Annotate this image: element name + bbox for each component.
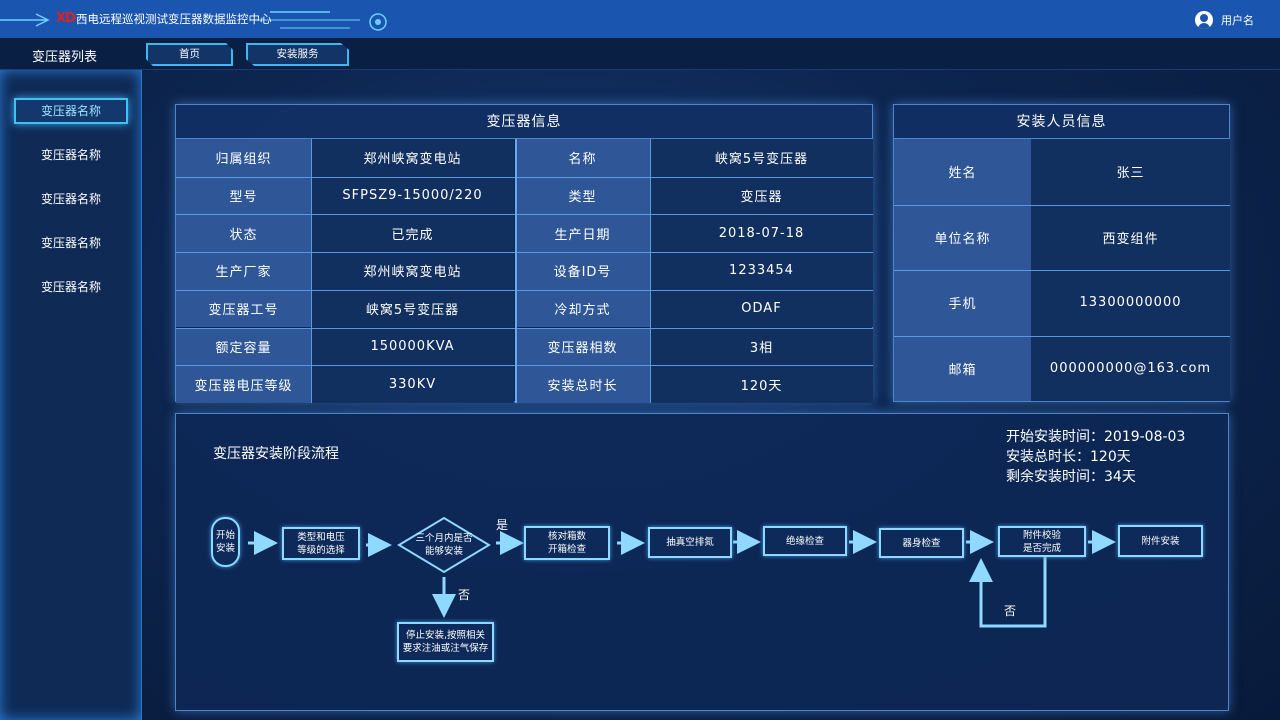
table-row-divider	[894, 204, 1230, 206]
transformer-left-value-1: SFPSZ9-15000/220	[311, 176, 514, 215]
flow-step-check-boxes: 核对箱数 开箱检查	[524, 526, 610, 560]
transformer-left-label-1: 型号	[176, 176, 311, 215]
flow-loop-no-label: 否	[1004, 604, 1017, 618]
flow-step-vacuum: 抽真空排氮	[648, 527, 732, 558]
transformer-right-label-2: 生产日期	[515, 214, 650, 253]
transformer-left-label-0: 归属组织	[176, 139, 311, 177]
installer-label-2: 手机	[894, 270, 1031, 336]
transformer-right-value-6: 120天	[650, 365, 873, 403]
transformer-left-label-3: 生产厂家	[176, 252, 311, 290]
transformer-left-value-4: 峡窝5号变压器	[311, 289, 514, 328]
flow-decision-label: 三个月内是否 能够安装	[415, 533, 473, 557]
table-column-divider	[311, 139, 312, 403]
flow-step-type-voltage: 类型和电压 等级的选择	[282, 527, 360, 560]
installer-label-1: 单位名称	[894, 204, 1031, 270]
installer-info-title: 安装人员信息	[894, 105, 1229, 139]
flow-step-accessory-install: 附件安装	[1118, 525, 1203, 557]
username: 用户名	[1221, 14, 1254, 27]
transformer-left-value-0: 郑州峡窝变电站	[311, 139, 514, 177]
transformer-right-label-3: 设备ID号	[515, 252, 650, 290]
table-column-divider	[650, 139, 651, 403]
sidebar-item-transformer-4[interactable]: 变压器名称	[0, 233, 142, 253]
sidebar: 变压器名称 变压器名称 变压器名称 变压器名称 变压器名称	[0, 70, 142, 720]
transformer-right-label-1: 类型	[515, 176, 650, 215]
transformer-left-label-4: 变压器工号	[176, 289, 311, 328]
transformer-right-value-2: 2018-07-18	[650, 214, 873, 253]
transformer-right-value-0: 峡窝5号变压器	[650, 139, 873, 177]
sidebar-item-transformer-2[interactable]: 变压器名称	[0, 145, 142, 165]
table-row-divider	[176, 365, 873, 367]
transformer-left-value-5: 150000KVA	[311, 327, 514, 366]
logo: XD	[56, 11, 76, 26]
table-row-divider	[176, 214, 873, 216]
transformer-right-value-4: ODAF	[650, 289, 873, 328]
table-row-divider	[176, 289, 873, 291]
transformer-left-label-6: 变压器电压等级	[176, 365, 311, 403]
transformer-info-title: 变压器信息	[176, 105, 872, 139]
transformer-left-label-5: 额定容量	[176, 327, 311, 366]
transformer-left-value-6: 330KV	[311, 365, 514, 403]
flow-step-accessory-verify: 附件校验 是否完成	[998, 526, 1086, 557]
transformer-left-label-2: 状态	[176, 214, 311, 253]
sidebar-item-transformer-5[interactable]: 变压器名称	[0, 277, 142, 297]
table-row-divider	[176, 176, 873, 178]
app-title: 西电远程巡视测试变压器数据监控中心	[76, 12, 272, 26]
nav-bar: 变压器列表 首页 安装服务	[0, 38, 1280, 70]
sidebar-item-transformer-1[interactable]: 变压器名称	[14, 98, 128, 124]
flow-yes-label: 是	[496, 518, 509, 532]
flow-start: 开始 安装	[211, 517, 240, 567]
transformer-list-title: 变压器列表	[32, 50, 98, 65]
flow-stop-install: 停止安装,按照相关 要求注油或注气保存	[397, 622, 494, 662]
top-bar: XD 西电远程巡视测试变压器数据监控中心 用户名	[0, 0, 1280, 38]
flow-step-body-check: 器身检查	[879, 528, 964, 558]
installer-info-panel: 安装人员信息 姓名 张三 单位名称 西变组件 手机 13300000000 邮箱 000000…	[893, 104, 1230, 402]
installer-value-1: 西变组件	[1031, 204, 1230, 270]
table-row-divider	[894, 270, 1230, 271]
installer-value-0: 张三	[1031, 139, 1230, 205]
tab-install-service[interactable]: 安装服务	[246, 43, 349, 66]
transformer-right-label-4: 冷却方式	[515, 289, 650, 328]
user-menu[interactable]: 用户名	[1195, 10, 1254, 30]
table-column-divider	[515, 139, 517, 403]
transformer-left-value-2: 已完成	[311, 214, 514, 253]
installer-value-2: 13300000000	[1031, 270, 1230, 336]
tab-home[interactable]: 首页	[146, 43, 233, 66]
table-row-divider	[176, 252, 873, 254]
transformer-right-value-3: 1233454	[650, 252, 873, 290]
table-row-divider	[894, 335, 1230, 337]
transformer-right-label-0: 名称	[515, 139, 650, 177]
flow-no-label: 否	[458, 588, 471, 602]
sidebar-item-transformer-3[interactable]: 变压器名称	[0, 189, 142, 209]
install-flow-panel: 变压器安装阶段流程 开始安装时间：2019-08-03 安装总时长：120天 剩…	[175, 413, 1229, 711]
table-row-divider	[176, 327, 873, 329]
flow-start-label: 开始 安装	[215, 530, 235, 554]
transformer-right-value-1: 变压器	[650, 176, 873, 215]
transformer-right-label-6: 安装总时长	[515, 365, 650, 403]
installer-value-3: 000000000@163.com	[1031, 335, 1230, 401]
installer-label-3: 邮箱	[894, 335, 1031, 401]
flow-connectors	[248, 516, 1116, 628]
flow-step-insulation: 绝缘检查	[763, 526, 847, 556]
user-avatar-icon	[1195, 11, 1213, 29]
transformer-info-panel: 变压器信息 归属组织 郑州峡窝变电站 名称 峡窝5号变压器 型号 SFPSZ9-15000…	[175, 104, 873, 403]
installer-label-0: 姓名	[894, 139, 1031, 205]
transformer-right-label-5: 变压器相数	[515, 327, 650, 366]
transformer-left-value-3: 郑州峡窝变电站	[311, 252, 514, 290]
transformer-right-value-5: 3相	[650, 327, 873, 366]
